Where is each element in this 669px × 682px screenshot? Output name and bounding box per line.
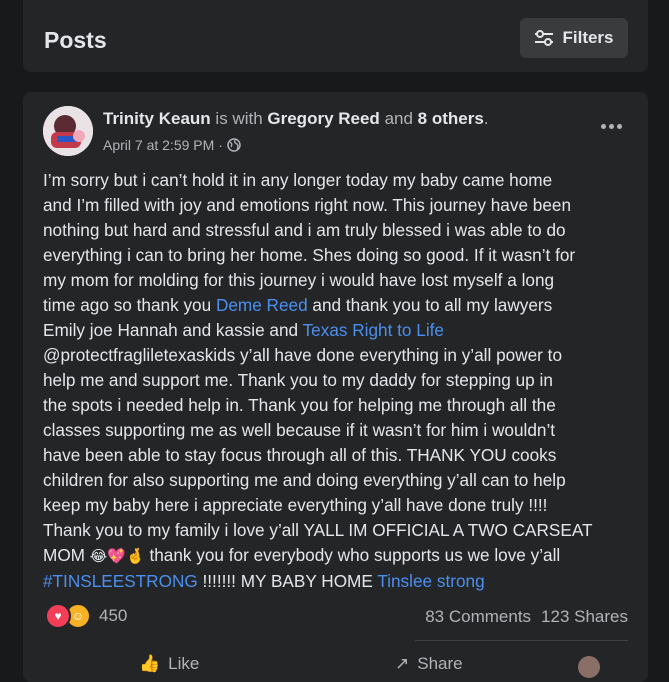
like-button[interactable]: 👍 Like	[139, 654, 199, 674]
tagged-person[interactable]: Gregory Reed	[267, 109, 379, 128]
more-options-button[interactable]	[596, 116, 626, 136]
emoji-group: 😂💖🤞	[89, 547, 145, 565]
post-line: the spots i needed help in. Thank you fo…	[43, 395, 556, 415]
share-icon: ↗	[395, 654, 410, 673]
posts-header: Posts Filters	[23, 0, 648, 72]
post-text-segment: thank you for everybody who supports us …	[144, 545, 561, 565]
post-text-segment: time ago so thank you	[43, 295, 216, 315]
audience-avatar[interactable]	[578, 656, 600, 678]
post-meta: April 7 at 2:59 PM ·	[103, 137, 241, 153]
dot	[600, 123, 606, 129]
post-line: classes supporting me as well because if…	[43, 420, 556, 440]
post-line: keep my baby here i appreciate everythin…	[43, 495, 548, 515]
post-line: have been able to stay focus through all…	[43, 445, 557, 465]
post-line: Thank you to my family i love y’all YALL…	[43, 520, 593, 540]
link-tinslee-strong[interactable]: Tinslee strong	[377, 571, 484, 591]
author-name[interactable]: Trinity Keaun	[103, 109, 211, 128]
and-text: and	[384, 109, 413, 128]
share-label: Share	[417, 654, 463, 673]
sliders-icon	[534, 30, 554, 46]
mention-deme-reed[interactable]: Deme Reed	[216, 295, 308, 315]
like-label: Like	[168, 654, 200, 673]
author-avatar[interactable]	[43, 106, 93, 156]
is-with-text: is with	[215, 109, 263, 128]
shares-count[interactable]: 123 Shares	[541, 607, 628, 627]
mention-texas-right-to-life[interactable]: Texas Right to Life	[303, 320, 444, 340]
post-header-line: Trinity Keaun is with Gregory Reed and 8…	[103, 109, 489, 129]
dot	[616, 123, 622, 129]
filters-label: Filters	[562, 28, 614, 47]
post-actions: 👍 Like ↗ Share	[23, 654, 648, 678]
post-text-segment: !!!!!!! MY BABY HOME	[197, 571, 378, 591]
share-button[interactable]: ↗ Share	[395, 654, 463, 674]
post-text-segment: and thank you to all my lawyers	[307, 295, 553, 315]
meta-separator: ·	[218, 137, 223, 153]
post-line: help me and support me. Thank you to my …	[43, 370, 553, 390]
comments-count[interactable]: 83 Comments	[425, 607, 531, 627]
post-text-segment: MOM	[43, 545, 90, 565]
engagement-counts: 83 Comments 123 Shares	[425, 607, 628, 627]
post-card: Trinity Keaun is with Gregory Reed and 8…	[23, 92, 648, 682]
post-text: I’m sorry but i can’t hold it in any lon…	[43, 168, 635, 594]
post-line: my mom for molding for this journey i wo…	[43, 270, 555, 290]
post-line: and I’m filled with joy and emotions rig…	[43, 195, 572, 215]
globe-icon[interactable]	[227, 138, 241, 152]
post-line: @protectfraglileteхaskids y’all have don…	[43, 345, 563, 365]
post-line: #TINSLEESTRONG !!!!!!! MY BABY HOME Tins…	[43, 569, 635, 594]
post-date[interactable]: April 7 at 2:59 PM	[103, 137, 214, 153]
post-text-segment: Emily joe Hannah and kassie and	[43, 320, 303, 340]
post-line: children for also supporting me and doin…	[43, 470, 566, 490]
post-line: I’m sorry but i can’t hold it in any lon…	[43, 170, 553, 190]
reactions-summary[interactable]: ♥ ☺ 450	[45, 603, 127, 629]
page-title: Posts	[44, 27, 107, 53]
heart-reaction-icon: ♥	[45, 603, 71, 629]
reaction-count: 450	[99, 606, 128, 625]
tagged-others[interactable]: 8 others	[418, 109, 484, 128]
post-line: nothing but hard and stressful and i am …	[43, 220, 566, 240]
dot	[608, 123, 614, 129]
period: .	[483, 109, 489, 128]
divider	[415, 640, 628, 641]
filters-button[interactable]: Filters	[520, 18, 628, 58]
hashtag-tinsleestrong[interactable]: #TINSLEESTRONG	[43, 571, 198, 591]
post-line: time ago so thank you Deme Reed and than…	[43, 293, 635, 318]
post-line: Emily joe Hannah and kassie and Texas Ri…	[43, 318, 635, 343]
post-line: everything i can to bring her home. Shes…	[43, 245, 576, 265]
post-line: MOM 😂💖🤞 thank you for everybody who supp…	[43, 543, 635, 569]
thumbs-up-icon: 👍	[139, 654, 161, 673]
